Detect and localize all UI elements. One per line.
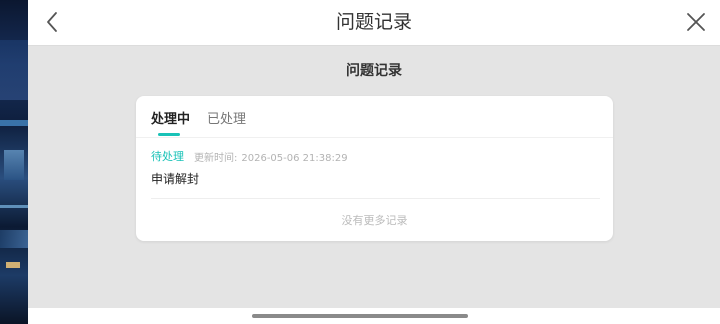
- scene-building: [4, 150, 24, 180]
- bottom-bar: [28, 308, 720, 324]
- updated-time-value: 2026-05-06 21:38:29: [241, 153, 348, 164]
- tab-processed[interactable]: 已处理: [207, 108, 246, 127]
- close-icon: [687, 13, 705, 31]
- scene-lamp: [6, 262, 20, 268]
- updated-label: 更新时间:: [194, 153, 238, 164]
- tab-processing[interactable]: 处理中: [151, 108, 190, 127]
- record-status: 待处理: [151, 150, 184, 163]
- scene-building: [0, 40, 28, 100]
- scene-light: [0, 120, 28, 126]
- top-navigation-bar: 问题记录: [28, 0, 720, 46]
- page-title: 问题记录: [335, 11, 412, 33]
- close-button[interactable]: [682, 8, 710, 36]
- no-more-records-text: 没有更多记录: [341, 214, 408, 227]
- issue-record-panel: 问题记录 问题记录 处理中 已处理 待处理 更新时间: 2026-05-06 21…: [28, 0, 720, 324]
- records-card: 处理中 已处理 待处理 更新时间: 2026-05-06 21:38:29 申请解…: [136, 96, 613, 241]
- record-updated-time: 更新时间: 2026-05-06 21:38:29: [194, 149, 348, 164]
- section-title: 问题记录: [346, 63, 402, 79]
- record-item[interactable]: 待处理 更新时间: 2026-05-06 21:38:29 申请解封: [151, 148, 600, 199]
- home-indicator[interactable]: [252, 314, 468, 318]
- background-game-scene: [0, 0, 28, 324]
- scene-light: [0, 205, 28, 208]
- active-tab-indicator: [158, 133, 180, 136]
- status-tabs: 处理中 已处理: [136, 96, 613, 138]
- record-title: 申请解封: [151, 172, 200, 186]
- scene-structure: [0, 230, 28, 248]
